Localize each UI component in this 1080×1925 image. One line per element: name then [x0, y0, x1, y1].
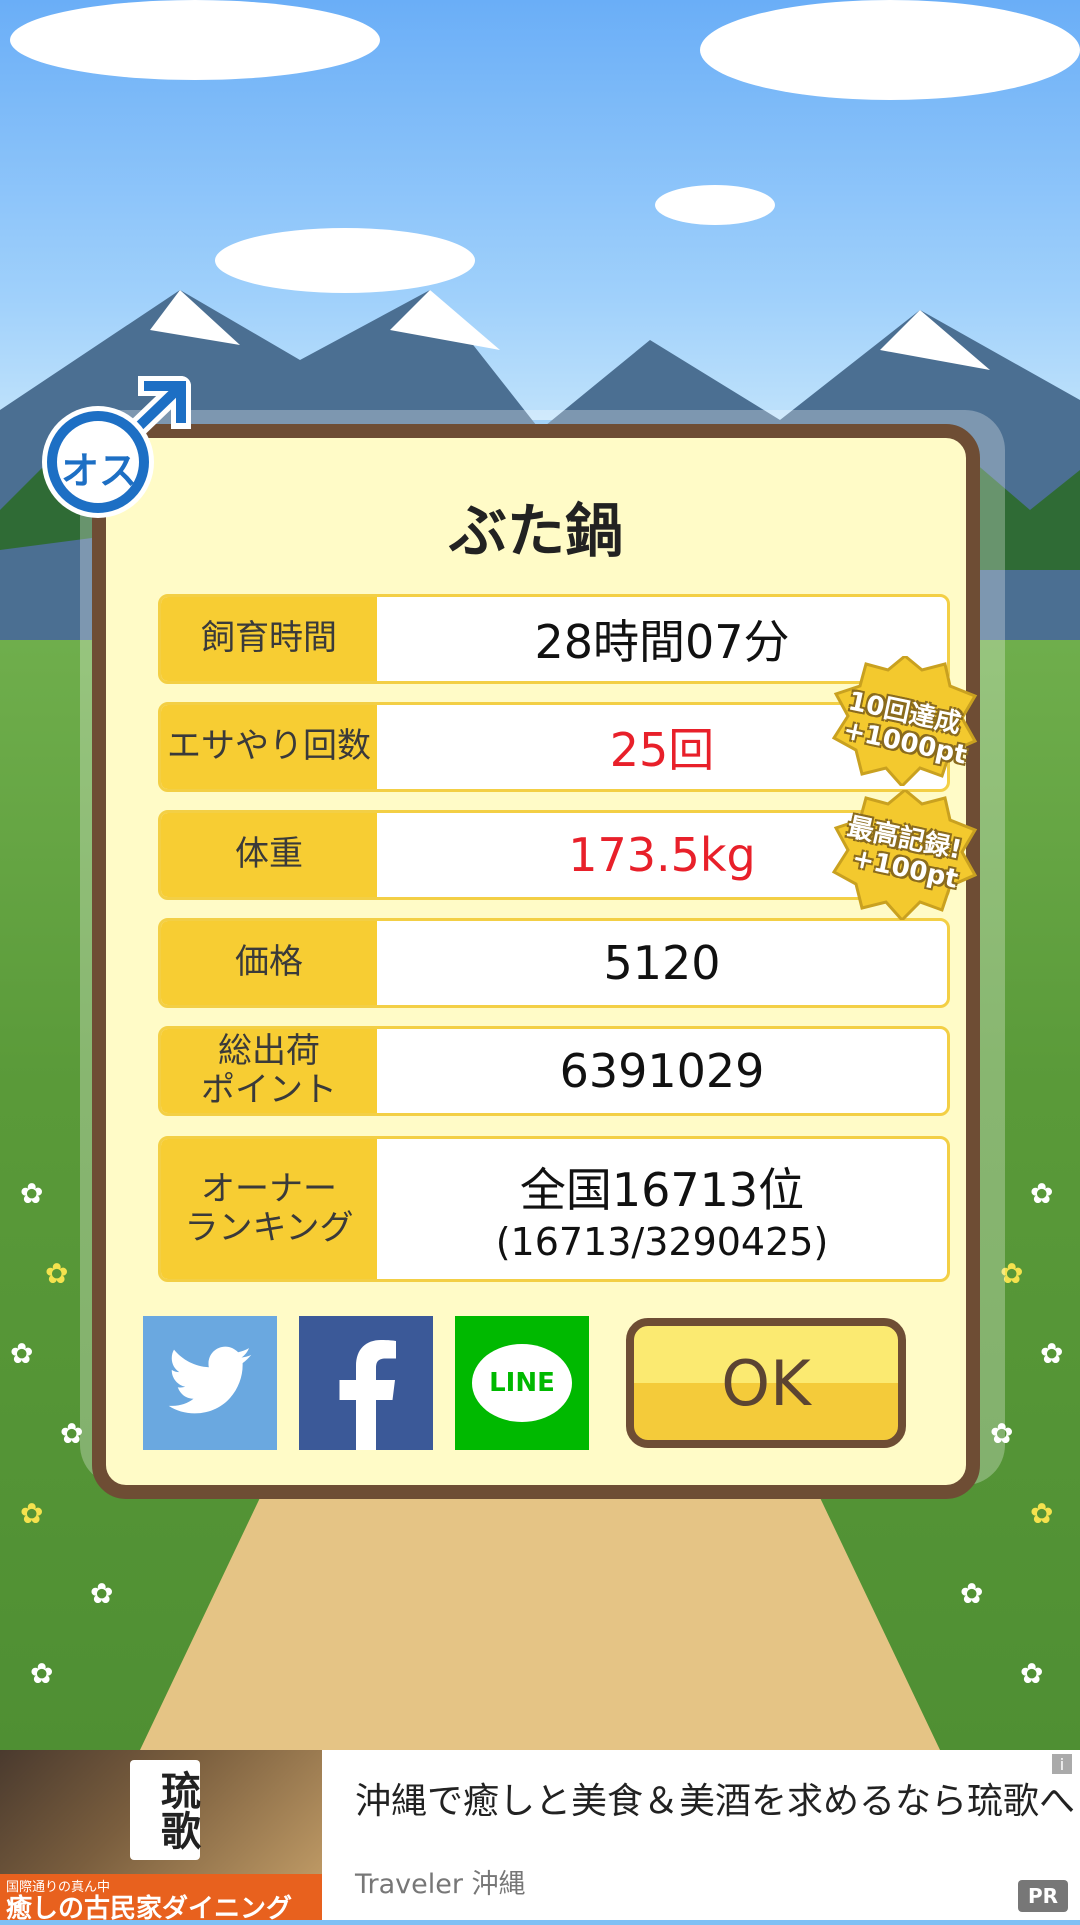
stat-label: オーナー ランキング: [161, 1139, 377, 1279]
cloud: [10, 0, 380, 80]
stat-value: 5120: [603, 936, 721, 990]
line-label: LINE: [489, 1368, 555, 1398]
flower: ✿: [1020, 1657, 1044, 1690]
stat-label: 飼育時間: [161, 597, 377, 681]
flower: ✿: [20, 1497, 44, 1530]
line-share-button[interactable]: LINE: [455, 1316, 589, 1450]
flower: ✿: [1030, 1177, 1054, 1210]
stat-row-owner-ranking: オーナー ランキング 全国16713位 (16713/3290425): [158, 1136, 950, 1282]
facebook-f-icon: [339, 1340, 396, 1450]
ad-image-caption: 国際通りの真ん中 癒しの古民家ダイニング: [0, 1874, 322, 1924]
flower: ✿: [960, 1577, 984, 1610]
flower: ✿: [1040, 1337, 1064, 1370]
ranking-detail: (16713/3290425): [495, 1220, 829, 1264]
facebook-share-button[interactable]: [299, 1316, 433, 1450]
ad-image[interactable]: 琉歌 国際通りの真ん中 癒しの古民家ダイニング: [0, 1750, 322, 1924]
ad-banner[interactable]: 琉歌 国際通りの真ん中 癒しの古民家ダイニング 沖縄で癒しと美食＆美酒を求めるな…: [0, 1750, 1080, 1924]
flower: ✿: [1030, 1497, 1054, 1530]
ad-pr-badge: PR: [1018, 1880, 1068, 1912]
twitter-bird-icon: [168, 1346, 252, 1414]
result-dialog: ぶた鍋 飼育時間 28時間07分 エサやり回数 25回 体重 173.5kg 価…: [92, 424, 980, 1499]
stat-value: 6391029: [559, 1044, 765, 1098]
ad-image-big: 癒しの古民家ダイニング: [6, 1894, 293, 1924]
line-bubble-icon: LINE: [472, 1344, 572, 1422]
cloud: [700, 0, 1080, 100]
flower: ✿: [45, 1257, 69, 1290]
pig-name: ぶた鍋: [448, 497, 623, 565]
stat-label: 総出荷 ポイント: [161, 1029, 377, 1113]
bonus-badge-record: 最高記録! +100pt: [830, 790, 980, 920]
cloud: [655, 185, 775, 225]
stat-row-total-points: 総出荷 ポイント 6391029: [158, 1026, 950, 1116]
ranking-rank: 全国16713位: [519, 1163, 805, 1217]
flower: ✿: [20, 1177, 44, 1210]
stat-row-price: 価格 5120: [158, 918, 950, 1008]
bonus-badge-feed: 10回達成 +1000pt: [830, 656, 980, 786]
ad-source: Traveler 沖縄: [355, 1869, 526, 1900]
flower: ✿: [90, 1577, 114, 1610]
flower: ✿: [10, 1337, 34, 1370]
ad-logo: 琉歌: [130, 1760, 200, 1860]
stat-label: エサやり回数: [161, 705, 377, 789]
ad-headline[interactable]: 沖縄で癒しと美食＆美酒を求めるなら琉歌へ: [355, 1772, 1075, 1824]
ok-button[interactable]: OK: [626, 1318, 906, 1448]
twitter-share-button[interactable]: [143, 1316, 277, 1450]
flower: ✿: [30, 1657, 54, 1690]
ad-info-icon[interactable]: i: [1052, 1754, 1072, 1774]
stat-label: 価格: [161, 921, 377, 1005]
ranking-value: 全国16713位 (16713/3290425): [377, 1139, 947, 1279]
sex-badge-label: オス: [60, 449, 137, 493]
stat-label: 体重: [161, 813, 377, 897]
